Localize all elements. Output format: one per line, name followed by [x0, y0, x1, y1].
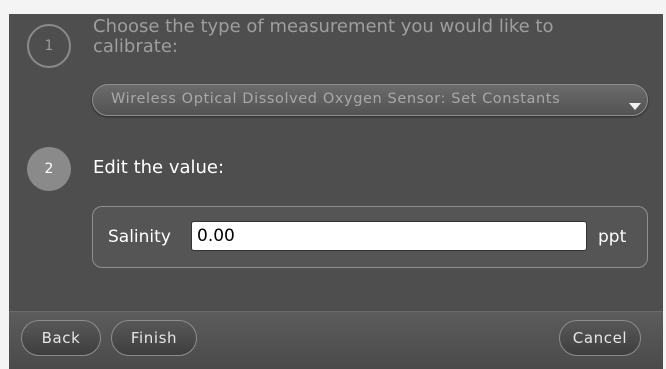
parameter-label: Salinity: [108, 227, 171, 247]
step-2-indicator: 2: [27, 147, 71, 191]
step-2-number: 2: [44, 161, 54, 177]
cancel-button[interactable]: Cancel: [559, 320, 641, 356]
calibration-dialog: 1 Choose the type of measurement you wou…: [9, 14, 663, 369]
measurement-type-dropdown[interactable]: Wireless Optical Dissolved Oxygen Sensor…: [92, 84, 648, 116]
back-button[interactable]: Back: [21, 320, 101, 356]
step-2-prompt: Edit the value:: [93, 157, 225, 178]
salinity-value-input[interactable]: [191, 221, 587, 251]
footer-bar: Back Finish Cancel: [9, 311, 663, 369]
step-1-prompt: Choose the type of measurement you would…: [93, 16, 554, 57]
step-1-number: 1: [44, 38, 54, 54]
value-editor-panel: Salinity ppt: [92, 206, 648, 268]
dropdown-arrow-icon: [629, 103, 641, 110]
finish-button[interactable]: Finish: [111, 320, 197, 356]
unit-label: ppt: [598, 227, 627, 247]
measurement-type-value: Wireless Optical Dissolved Oxygen Sensor…: [111, 91, 561, 107]
step-1-indicator: 1: [27, 24, 71, 68]
